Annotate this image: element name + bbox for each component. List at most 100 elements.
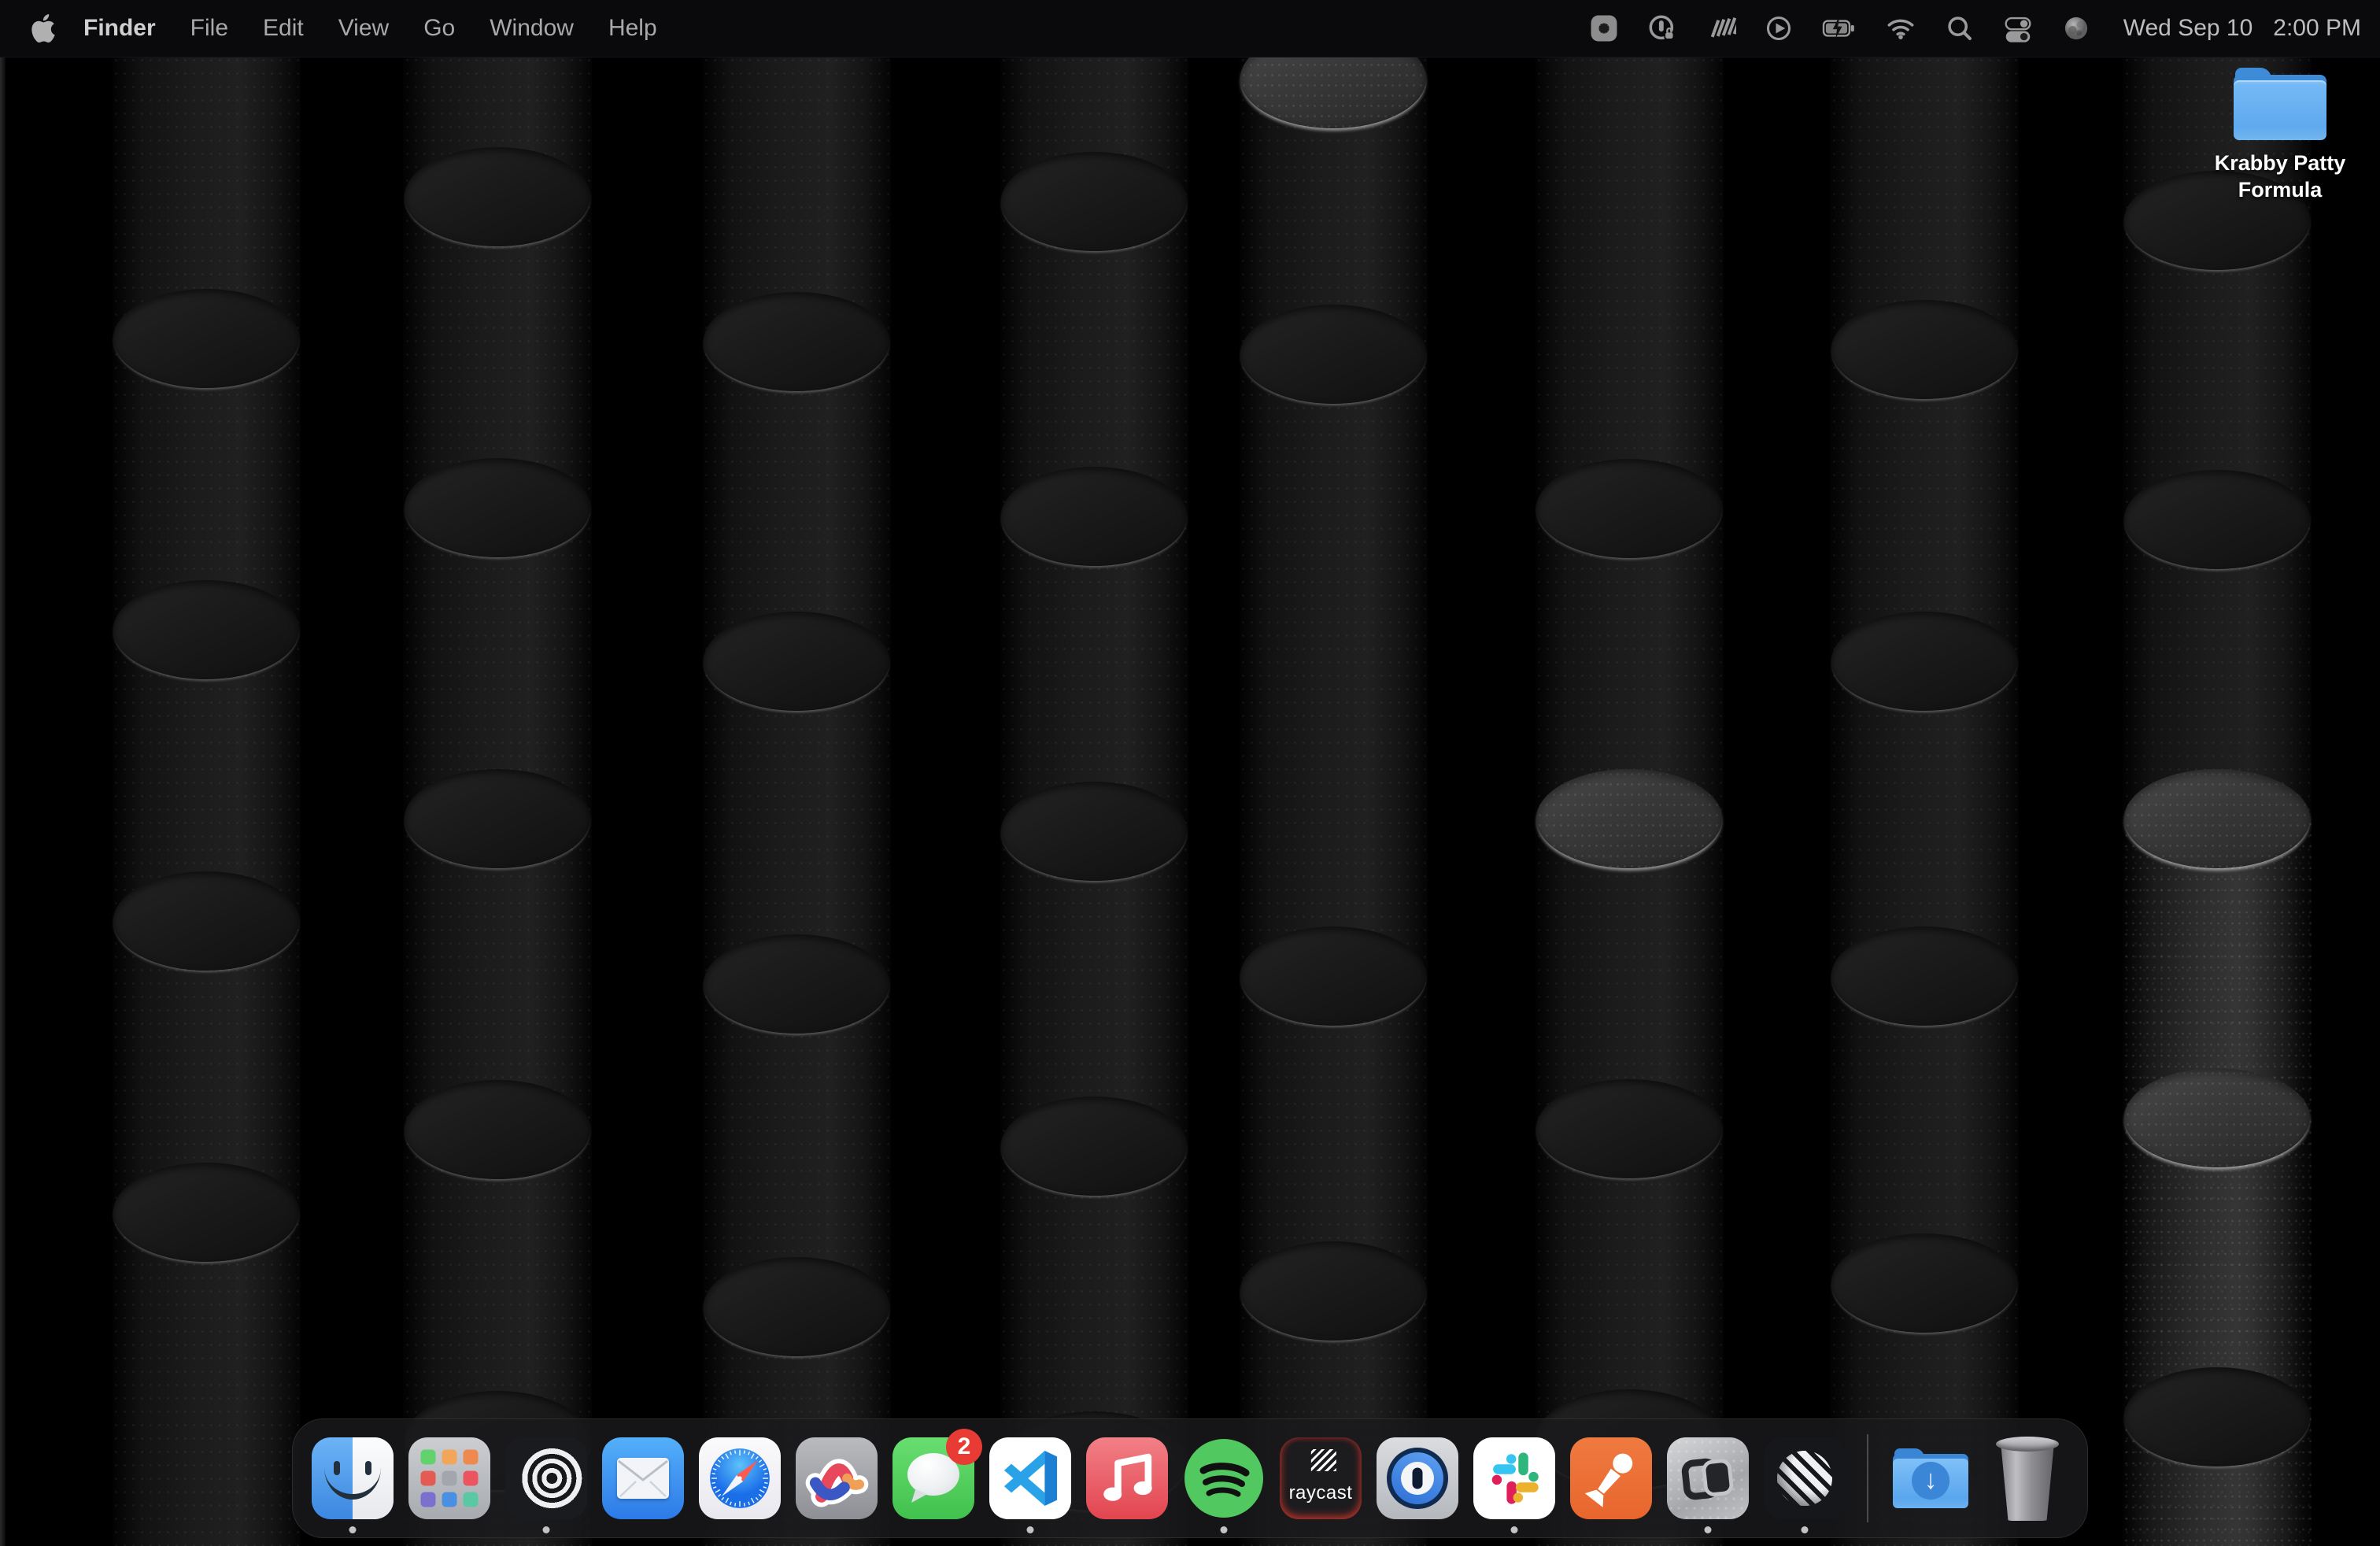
sunburst-app-icon[interactable] <box>1588 0 1620 57</box>
dock-app-mail[interactable] <box>602 1419 684 1537</box>
cylinder-top-face <box>405 458 590 557</box>
cylinder-top-face <box>1240 305 1426 404</box>
dock-app-raycast[interactable]: raycast <box>1280 1419 1362 1537</box>
menu-finder[interactable]: Finder <box>66 15 173 41</box>
slack-icon <box>1473 1437 1555 1519</box>
cylinder-top-face <box>1536 769 1722 868</box>
onepassword-lock-icon[interactable] <box>1646 0 1678 57</box>
menu-go[interactable]: Go <box>406 15 472 41</box>
cylinder-top-face <box>2124 769 2310 868</box>
cylinder-top-face <box>1001 1097 1187 1196</box>
cylinder-top-face <box>704 612 889 711</box>
dock-app-messages[interactable]: 2 <box>893 1419 974 1537</box>
now-playing-icon[interactable] <box>1763 0 1794 57</box>
raycast-icon: raycast <box>1280 1437 1362 1519</box>
apple-music-icon <box>1086 1437 1168 1519</box>
dock-app-slack[interactable] <box>1473 1419 1555 1537</box>
cylinder-top-face <box>405 1080 590 1179</box>
dock-app-vscode[interactable] <box>989 1419 1071 1537</box>
spotify-icon <box>1183 1437 1265 1519</box>
cylinder-top-face <box>1831 1233 2017 1333</box>
arc-browser-icon <box>796 1437 878 1519</box>
battery-charging-icon[interactable] <box>1821 0 1857 57</box>
menu-window[interactable]: Window <box>472 15 591 41</box>
safari-icon <box>699 1437 781 1519</box>
menu-edit[interactable]: Edit <box>246 15 321 41</box>
menu-bar-clock[interactable]: Wed Sep 10 2:00 PM <box>2123 15 2361 42</box>
postman-icon <box>1570 1437 1652 1519</box>
menu-bar-left: FinderFileEditViewGoWindowHelp <box>0 0 674 57</box>
cylinder-top-face <box>1240 1241 1426 1341</box>
dock-app-downloads-folder[interactable]: ↓ <box>1890 1419 1972 1537</box>
running-indicator-dot <box>1027 1526 1034 1533</box>
spotlight-search-icon[interactable] <box>1944 0 1975 57</box>
dock-app-linear[interactable] <box>1764 1419 1846 1537</box>
macos-desktop: FinderFileEditViewGoWindowHelp Wed Sep 1… <box>0 0 2380 1546</box>
wallpaper-cylinder-column <box>112 0 301 1546</box>
desktop-folder-krabby-patty-formula[interactable]: Krabby Patty Formula <box>2200 68 2360 203</box>
dock-app-spotify[interactable] <box>1183 1419 1265 1537</box>
finder-icon <box>312 1437 394 1519</box>
cylinder-top-face <box>2124 470 2310 569</box>
menu-bar: FinderFileEditViewGoWindowHelp Wed Sep 1… <box>0 0 2380 57</box>
cylinder-top-face <box>113 580 299 679</box>
dock-app-safari[interactable] <box>699 1419 781 1537</box>
wallpaper-cylinder-column <box>1239 0 1428 1546</box>
running-indicator-dot <box>1511 1526 1518 1533</box>
cylinder-top-face <box>1001 152 1187 251</box>
dock: 2 raycast ↓ <box>292 1418 2088 1538</box>
running-indicator-dot <box>1802 1526 1809 1533</box>
dock-app-launchpad[interactable] <box>408 1419 490 1537</box>
clock-time: 2:00 PM <box>2273 15 2361 42</box>
cylinder-top-face <box>1001 782 1187 881</box>
running-indicator-dot <box>1705 1526 1712 1533</box>
mail-icon <box>602 1437 684 1519</box>
menu-bar-status-area: Wed Sep 10 2:00 PM <box>1588 0 2380 57</box>
cylinder-top-face <box>113 1163 299 1262</box>
downloads-folder-icon: ↓ <box>1890 1437 1972 1519</box>
dock-app-apple-music[interactable] <box>1086 1419 1168 1537</box>
striped-banner-icon[interactable] <box>1705 0 1736 57</box>
clock-date: Wed Sep 10 <box>2123 15 2253 42</box>
notification-badge: 2 <box>946 1429 982 1465</box>
desktop-folder-label: Krabby Patty Formula <box>2200 150 2360 203</box>
raycast-glyph <box>1311 1449 1336 1471</box>
dock-app-target-rings[interactable] <box>505 1419 587 1537</box>
wallpaper-cylinder-column <box>403 0 592 1546</box>
cylinder-top-face <box>704 1257 889 1356</box>
siri-globe-icon[interactable] <box>2060 0 2092 57</box>
dock-app-trash[interactable] <box>1986 1419 2068 1537</box>
cylinder-top-face <box>1831 300 2017 399</box>
cylinder-top-face <box>1001 467 1187 566</box>
cylinder-top-face <box>405 769 590 868</box>
apple-menu-icon[interactable] <box>31 14 55 43</box>
onepassword-icon <box>1377 1437 1458 1519</box>
control-center-icon[interactable] <box>2002 0 2034 57</box>
concentric-rings-app-icon <box>505 1437 587 1519</box>
overlapping-squares-app-icon <box>1667 1437 1749 1519</box>
dock-app-arc-browser[interactable] <box>796 1419 878 1537</box>
menu-view[interactable]: View <box>321 15 406 41</box>
running-indicator-dot <box>349 1526 357 1533</box>
cylinder-top-face <box>405 147 590 246</box>
menu-file[interactable]: File <box>173 15 246 41</box>
wifi-icon[interactable] <box>1884 0 1917 57</box>
dock-divider <box>1867 1434 1868 1522</box>
blue-folder-icon <box>2234 68 2326 140</box>
trash-icon <box>1986 1437 2068 1519</box>
cylinder-top-face <box>2124 1068 2310 1167</box>
dock-app-postman[interactable] <box>1570 1419 1652 1537</box>
cylinder-top-face <box>704 292 889 391</box>
wallpaper-edge-cylinder <box>0 0 6 1546</box>
cylinder-top-face <box>1536 459 1722 558</box>
dock-app-finder[interactable] <box>312 1419 394 1537</box>
vscode-icon <box>989 1437 1071 1519</box>
dock-app-overlapping-squares[interactable] <box>1667 1419 1749 1537</box>
running-indicator-dot <box>1221 1526 1228 1533</box>
cylinder-top-face <box>1240 926 1426 1026</box>
wallpaper-cylinder-column <box>1000 0 1188 1546</box>
wallpaper-cylinder-column <box>1535 0 1724 1546</box>
cylinder-top-face <box>1831 612 2017 711</box>
menu-help[interactable]: Help <box>591 15 674 41</box>
dock-app-onepassword[interactable] <box>1377 1419 1458 1537</box>
